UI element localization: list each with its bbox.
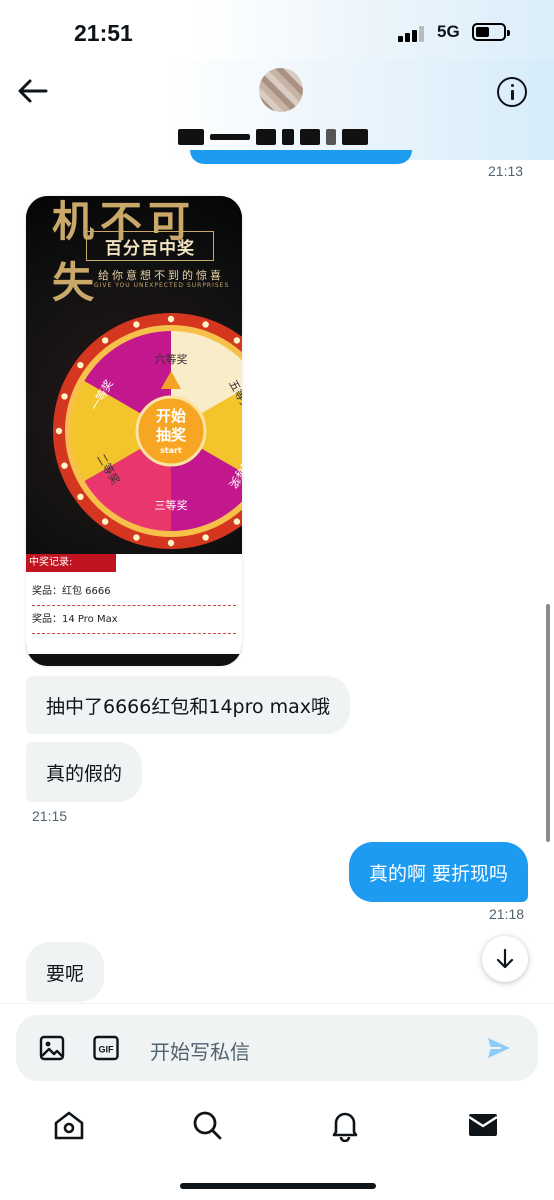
- message-text: 要呢: [46, 962, 85, 985]
- promo-tagline-en: GIVE YOU UNEXPECTED SURPRISES: [94, 282, 230, 289]
- received-message[interactable]: 真的假的: [26, 742, 143, 802]
- wheel-light: [101, 518, 109, 525]
- promo-tagline: 给你意想不到的惊喜: [98, 269, 224, 282]
- wheel-light: [77, 493, 84, 501]
- wheel-light: [202, 321, 209, 328]
- gif-icon[interactable]: GIF: [93, 1035, 119, 1061]
- previous-message-bubble[interactable]: [190, 150, 412, 164]
- records-title: 中奖记录:: [26, 554, 116, 572]
- image-message[interactable]: 机不可失 百分百中奖 给你意想不到的惊喜 GIVE YOU UNEXPECTED…: [26, 196, 242, 666]
- message-timestamp: 21:13: [488, 163, 524, 179]
- wheel-light: [55, 427, 63, 435]
- wheel-light: [202, 534, 209, 541]
- wheel-prize-label: 三等奖: [155, 498, 188, 512]
- contact-name-blurred[interactable]: [178, 128, 382, 146]
- wheel-light: [167, 539, 175, 547]
- wheel-center-line3: start: [160, 446, 182, 455]
- message-text: 真的啊 要折现吗: [368, 862, 508, 885]
- wheel-center-line1: 开始: [156, 407, 186, 425]
- message-input[interactable]: 开始写私信: [150, 1036, 250, 1065]
- wheel-light: [133, 321, 140, 328]
- wheel-light: [233, 337, 241, 344]
- network-type: 5G: [437, 22, 460, 41]
- received-message[interactable]: 抽中了6666红包和14pro max哦: [26, 676, 351, 734]
- received-message[interactable]: 要呢: [26, 942, 105, 1002]
- svg-text:GIF: GIF: [99, 1045, 115, 1055]
- sent-message[interactable]: 真的啊 要折现吗: [348, 842, 528, 902]
- promo-banner: 机不可失 百分百中奖 给你意想不到的惊喜 GIVE YOU UNEXPECTED…: [26, 196, 242, 554]
- wheel-light: [77, 361, 84, 369]
- dm-screen: 21:51 5G 21:13 机不可失 百分百中奖 给你意想不到的惊喜 GIVE…: [0, 0, 554, 1200]
- message-timestamp: 21:15: [32, 808, 68, 824]
- info-icon[interactable]: [497, 77, 527, 107]
- wheel-light: [61, 462, 68, 469]
- status-time: 21:51: [74, 20, 133, 46]
- back-arrow-icon[interactable]: [16, 78, 50, 104]
- mail-icon[interactable]: [466, 1108, 500, 1142]
- wheel-light: [61, 393, 68, 400]
- signal-icon: [398, 26, 428, 42]
- wheel-light: [233, 518, 241, 525]
- promo-subtitle: 百分百中奖: [86, 231, 214, 261]
- wheel-light: [101, 337, 109, 344]
- message-text: 抽中了6666红包和14pro max哦: [46, 695, 331, 718]
- wheel-prize-label: 六等奖: [155, 352, 188, 366]
- avatar[interactable]: [259, 68, 303, 112]
- wheel-light: [133, 534, 140, 541]
- scroll-down-button[interactable]: [482, 936, 528, 982]
- record-row: 奖品：14 Pro Max: [32, 610, 236, 634]
- image-icon[interactable]: [39, 1035, 65, 1061]
- record-row: 奖品：红包 6666: [32, 582, 236, 606]
- prize-wheel: 开始 抽奖 start 六等奖 五等奖 四等奖 三等奖 二等奖 一等奖: [53, 313, 242, 549]
- home-icon[interactable]: [52, 1108, 86, 1142]
- battery-icon: [472, 23, 510, 41]
- home-indicator: [180, 1183, 376, 1189]
- wheel-light: [167, 315, 175, 323]
- message-text: 真的假的: [46, 762, 123, 785]
- arrow-down-icon: [496, 948, 514, 969]
- bell-icon[interactable]: [328, 1108, 362, 1142]
- scrollbar[interactable]: [546, 604, 550, 842]
- message-timestamp: 21:18: [489, 906, 525, 922]
- wheel-center-line2: 抽奖: [156, 426, 187, 444]
- send-icon[interactable]: [486, 1036, 512, 1060]
- search-icon[interactable]: [190, 1108, 224, 1142]
- prize-records: 中奖记录: 奖品：红包 6666 奖品：14 Pro Max: [26, 554, 242, 658]
